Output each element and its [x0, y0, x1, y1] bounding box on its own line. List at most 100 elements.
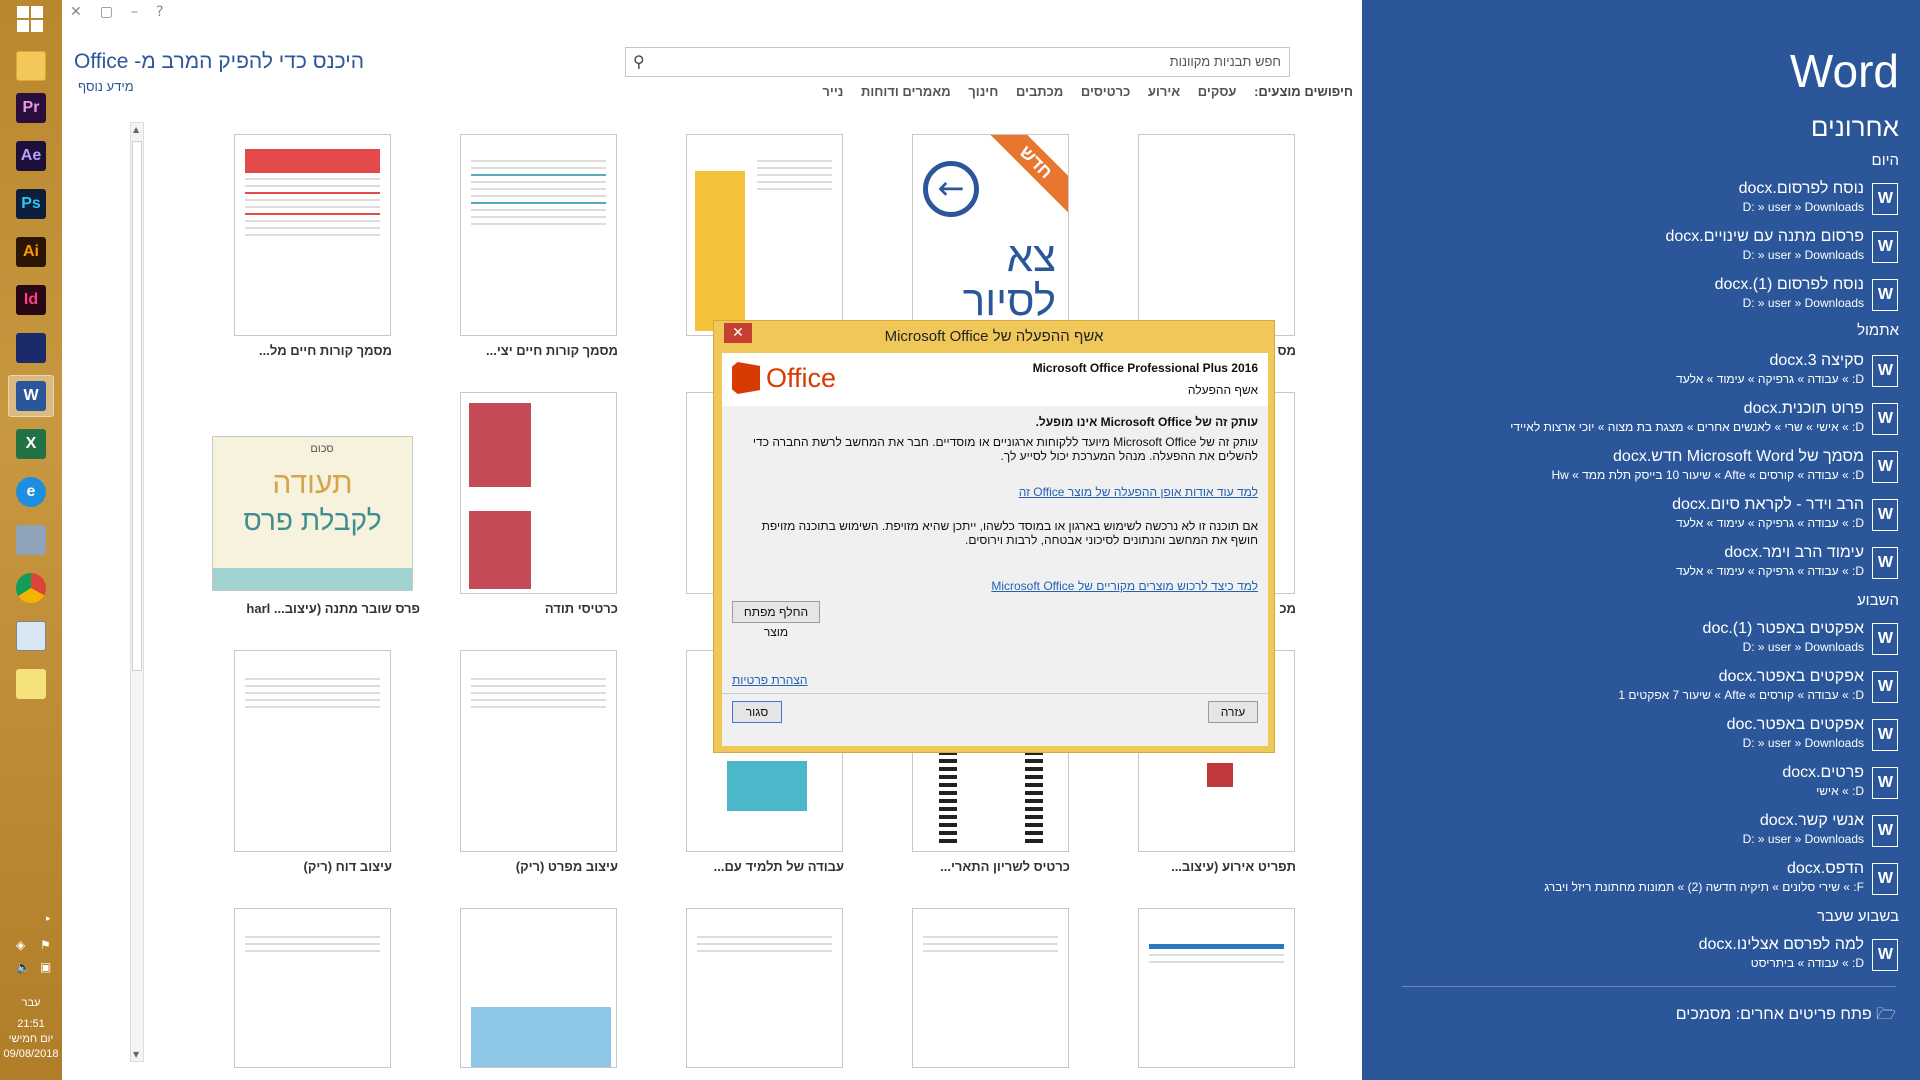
suggested-reports[interactable]: מאמרים ודוחות [861, 84, 951, 99]
movie-maker-icon[interactable] [9, 328, 53, 368]
recent-item[interactable]: הרב וידר - לקראת סיום.docxD: » עבודה » ג… [1418, 496, 1898, 540]
recent-heading: אחרונים [1810, 112, 1899, 142]
word-doc-icon [1872, 231, 1898, 263]
open-other-documents[interactable]: 🗁 פתח פריטים אחרים: מסמכים [1676, 1003, 1896, 1030]
restore-icon[interactable]: ▢ [100, 4, 113, 20]
tray-expand-icon[interactable]: ▸ [46, 914, 51, 924]
privacy-link[interactable]: הצהרת פרטיות [732, 673, 808, 687]
illustrator-icon[interactable]: Ai [9, 232, 53, 272]
signin-link[interactable]: היכנס כדי להפיק המרב מ- Office [74, 50, 364, 74]
recent-item[interactable]: למה לפרסם אצלינו.docxD: » עבודה » ביתריס… [1418, 936, 1898, 980]
recent-item[interactable]: אנשי קשר.docxD: » user » Downloads [1418, 812, 1898, 856]
app-name: Word [1789, 45, 1899, 97]
learn-activation-link[interactable]: למד עוד אודות אופן ההפעלה של מוצר Office… [1019, 485, 1258, 499]
scroll-down-icon[interactable]: ▼ [133, 1050, 139, 1059]
recent-pane: Word אחרונים היום נוסח לפרסום.docxD: » u… [1362, 0, 1920, 1080]
template-tile[interactable] [1138, 908, 1295, 1068]
volume-icon[interactable]: 🔈 [16, 960, 31, 974]
recent-item[interactable]: עימוד הרב וימר.docxD: » עבודה » גרפיקה »… [1418, 544, 1898, 588]
word-doc-icon [1872, 863, 1898, 895]
more-info-link[interactable]: מידע נוסף [78, 79, 134, 94]
minimize-icon[interactable]: – [131, 4, 138, 20]
template-tile[interactable] [234, 908, 391, 1068]
network-icon[interactable] [9, 520, 53, 560]
chrome-icon[interactable] [9, 568, 53, 608]
recent-item[interactable]: פרוט תוכנית.docxD: » אישי » שרי » לאנשים… [1418, 400, 1898, 444]
after-effects-icon[interactable]: Ae [9, 136, 53, 176]
word-doc-icon [1872, 403, 1898, 435]
word-icon[interactable]: W [8, 375, 54, 417]
recent-item[interactable]: אפקטים באפטר (1).docD: » user » Download… [1418, 620, 1898, 664]
warning-title: עותק זה של Microsoft Office אינו מופעל. [1035, 415, 1258, 429]
change-key-button[interactable]: החלף מפתח מוצר [732, 601, 820, 639]
template-caption: כרטיס לשריון התארי... [940, 859, 1070, 874]
search-input[interactable]: ⚲ חפש תבניות מקוונות [625, 47, 1290, 77]
template-tile[interactable] [686, 908, 843, 1068]
template-tile[interactable] [234, 650, 391, 852]
template-caption: כרטיסי תודה [544, 601, 618, 616]
word-doc-icon [1872, 767, 1898, 799]
suggested-letters[interactable]: מכתבים [1016, 84, 1063, 99]
dialog-close-icon[interactable]: ✕ [724, 323, 752, 343]
help-button[interactable]: עזרה [1208, 701, 1258, 723]
photoshop-icon[interactable]: Ps [9, 184, 53, 224]
group-last-week: בשבוע שעבר [1816, 908, 1899, 925]
suggested-education[interactable]: חינוך [968, 84, 998, 99]
power-icon[interactable]: ▣ [40, 960, 51, 974]
sticky-notes-icon[interactable] [9, 664, 53, 704]
scrollbar[interactable]: ▲ ▼ [130, 122, 144, 1062]
template-tile[interactable] [460, 650, 617, 852]
clock-time: 21:51 [17, 1018, 45, 1030]
word-doc-icon [1872, 547, 1898, 579]
indesign-icon[interactable]: Id [9, 280, 53, 320]
suggested-business[interactable]: עסקים [1198, 84, 1237, 99]
template-tile[interactable] [234, 134, 391, 336]
template-tile-certificate[interactable]: סכום תעודה לקבלת פרס [212, 436, 413, 591]
close-button[interactable]: סגור [732, 701, 782, 723]
windows-start-icon[interactable] [17, 6, 43, 32]
template-tile[interactable] [686, 134, 843, 336]
template-tile-tour[interactable]: חדש ← צא לסיור [912, 134, 1069, 336]
search-icon[interactable]: ⚲ [633, 52, 645, 71]
recent-item[interactable]: אפקטים באפטר.docD: » user » Downloads [1418, 716, 1898, 760]
flag-icon[interactable]: ⚑ [40, 938, 51, 952]
template-tile-blank[interactable] [1138, 134, 1295, 336]
dropbox-icon[interactable]: ◈ [16, 938, 25, 952]
warning-body: עותק זה של Microsoft Office מיועד ללקוחו… [752, 435, 1258, 463]
group-yesterday: אתמול [1857, 322, 1899, 339]
open-other-label: פתח פריטים אחרים: מסמכים [1675, 1006, 1872, 1023]
recent-item[interactable]: הדפס.docxF: » שירי סלונים » תיקיה חדשה (… [1418, 860, 1898, 904]
office-logo: Office [732, 362, 836, 394]
genuine-link[interactable]: למד כיצד לרכוש מוצרים מקוריים של Microso… [991, 579, 1258, 593]
template-tile[interactable] [460, 908, 617, 1068]
clock[interactable]: עבר 21:51 יום חמישי 09/08/2018 [0, 996, 62, 1062]
clock-weekday: יום חמישי [8, 1033, 54, 1045]
recent-item[interactable]: מסמך של Microsoft Word חדש.docxD: » עבוד… [1418, 448, 1898, 492]
word-doc-icon [1872, 815, 1898, 847]
template-tile[interactable] [460, 392, 617, 594]
magnifier-icon[interactable] [9, 616, 53, 656]
word-doc-icon [1872, 671, 1898, 703]
recent-item[interactable]: פרסום מתנה עם שינויים.docxD: » user » Do… [1418, 228, 1898, 272]
help-icon[interactable]: ? [156, 4, 163, 20]
template-tile[interactable] [460, 134, 617, 336]
close-icon[interactable]: ✕ [70, 4, 82, 20]
recent-item[interactable]: נוסח לפרסום (1).docxD: » user » Download… [1418, 276, 1898, 320]
scroll-up-icon[interactable]: ▲ [133, 125, 139, 134]
excel-icon[interactable]: X [9, 424, 53, 464]
suggested-paper[interactable]: נייר [822, 84, 843, 99]
recent-item[interactable]: נוסח לפרסום.docxD: » user » Downloads [1418, 180, 1898, 224]
piracy-body: אם תוכנה זו לא נרכשה לשימוש בארגון או במ… [761, 519, 1258, 547]
recent-item[interactable]: פרטים.docxD: » אישי [1418, 764, 1898, 808]
word-doc-icon [1872, 183, 1898, 215]
template-tile[interactable] [912, 908, 1069, 1068]
suggested-cards[interactable]: כרטיסים [1081, 84, 1130, 99]
premiere-icon[interactable]: Pr [9, 88, 53, 128]
file-explorer-icon[interactable] [9, 46, 53, 86]
internet-explorer-icon[interactable]: e [9, 472, 53, 512]
recent-item[interactable]: סקיצה 3.docxD: » עבודה » גרפיקה » עימוד … [1418, 352, 1898, 396]
suggested-event[interactable]: אירוע [1148, 84, 1180, 99]
scroll-thumb[interactable] [132, 141, 142, 671]
recent-item[interactable]: אפקטים באפטר.docxD: » עבודה » קורסים » A… [1418, 668, 1898, 712]
template-caption: עבודה של תלמיד עם... [713, 859, 844, 874]
